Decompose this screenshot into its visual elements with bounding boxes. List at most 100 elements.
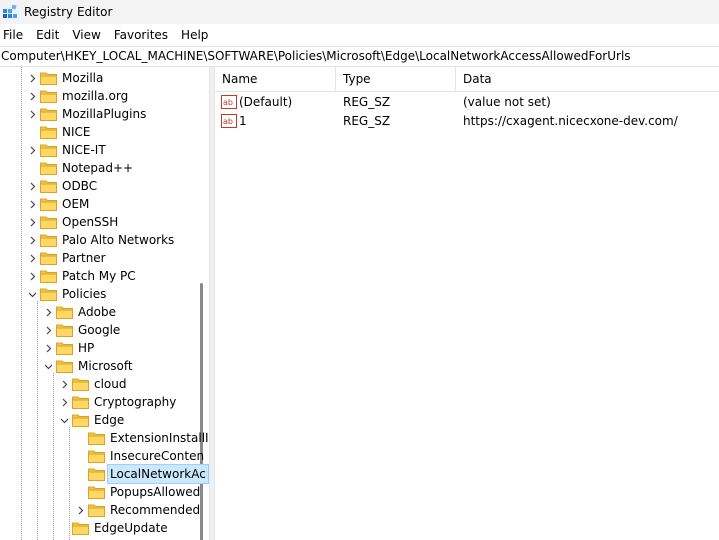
tree-item-odbc[interactable]: ODBC (30, 177, 99, 195)
folder-icon (40, 161, 57, 175)
chevron-right-icon[interactable] (42, 321, 54, 339)
tree-item-google[interactable]: Google (46, 321, 122, 339)
string-value-icon: ab (221, 95, 237, 109)
folder-icon (72, 521, 89, 535)
tree-item-mozilla-org[interactable]: mozilla.org (30, 87, 130, 105)
folder-icon (56, 305, 73, 319)
string-value-icon: ab (221, 114, 237, 128)
tree-item-nice-it[interactable]: NICE-IT (30, 141, 108, 159)
tree-item-label: Adobe (78, 305, 116, 319)
address-bar[interactable]: Computer\HKEY_LOCAL_MACHINE\SOFTWARE\Pol… (0, 46, 719, 67)
chevron-right-icon[interactable] (58, 375, 70, 393)
folder-icon (88, 485, 105, 499)
chevron-right-icon[interactable] (26, 195, 38, 213)
tree-item-label: LocalNetworkAc (107, 464, 209, 484)
tree-item-label: Cryptography (94, 395, 177, 409)
chevron-right-icon[interactable] (26, 141, 38, 159)
tree-item-partner[interactable]: Partner (30, 249, 108, 267)
folder-icon (40, 269, 57, 283)
folder-icon (56, 359, 73, 373)
tree-item-label: Partner (62, 251, 106, 265)
chevron-right-icon[interactable] (26, 231, 38, 249)
folder-icon (40, 233, 57, 247)
tree-item-nice[interactable]: NICE (40, 123, 92, 141)
registry-editor-icon (2, 4, 18, 20)
tree-item-label: Policies (62, 287, 107, 301)
chevron-right-icon[interactable] (26, 105, 38, 123)
folder-icon (40, 179, 57, 193)
value-row-default[interactable]: ab (Default) REG_SZ (value not set) (215, 93, 719, 112)
tree-item-policies[interactable]: Policies (28, 285, 108, 303)
folder-icon (40, 143, 57, 157)
chevron-right-icon[interactable] (58, 393, 70, 411)
tree-item-mozillaplugins[interactable]: MozillaPlugins (30, 105, 148, 123)
tree-item-palo-alto-networks[interactable]: Palo Alto Networks (30, 231, 176, 249)
tree-item-edgeupdate[interactable]: EdgeUpdate (72, 519, 170, 537)
column-header-data[interactable]: Data (455, 67, 719, 92)
window-title: Registry Editor (24, 5, 113, 19)
tree-item-edge[interactable]: Edge (60, 411, 126, 429)
tree-item-recommended[interactable]: Recommended (78, 501, 202, 519)
chevron-down-icon[interactable] (26, 285, 38, 303)
svg-text:ab: ab (223, 98, 233, 107)
folder-icon (40, 287, 57, 301)
value-type: REG_SZ (343, 95, 391, 109)
menu-view[interactable]: View (69, 24, 106, 46)
tree-item-cloud[interactable]: cloud (62, 375, 129, 393)
tree-item-adobe[interactable]: Adobe (46, 303, 118, 321)
tree-item-extensioninstalli[interactable]: ExtensionInstallI (88, 429, 209, 447)
menu-file[interactable]: File (0, 24, 29, 46)
folder-icon (88, 503, 105, 517)
tree-item-popupsallowed[interactable]: PopupsAllowed (88, 483, 202, 501)
chevron-right-icon[interactable] (26, 87, 38, 105)
chevron-right-icon[interactable] (26, 213, 38, 231)
menu-edit[interactable]: Edit (33, 24, 65, 46)
tree-item-hp[interactable]: HP (46, 339, 96, 357)
values-header: Name Type Data (215, 67, 719, 92)
chevron-right-icon[interactable] (74, 501, 86, 519)
folder-icon (40, 215, 57, 229)
tree-item-label: HP (78, 341, 95, 355)
chevron-right-icon[interactable] (26, 69, 38, 87)
chevron-down-icon[interactable] (42, 357, 54, 375)
chevron-down-icon[interactable] (58, 411, 70, 429)
column-header-name[interactable]: Name (215, 67, 335, 92)
tree-item-label: NICE (62, 125, 91, 139)
folder-icon (40, 197, 57, 211)
tree-guide-line (69, 427, 70, 540)
chevron-right-icon[interactable] (26, 177, 38, 195)
value-name: (Default) (239, 95, 293, 109)
menu-favorites[interactable]: Favorites (111, 24, 174, 46)
tree-item-microsoft[interactable]: Microsoft (44, 357, 135, 375)
tree-item-localnetworkac[interactable]: LocalNetworkAc (88, 464, 209, 484)
tree-item-label: ExtensionInstallI (110, 431, 209, 445)
tree-item-oem[interactable]: OEM (30, 195, 91, 213)
folder-icon (88, 467, 105, 481)
menu-bar: File Edit View Favorites Help (0, 24, 719, 46)
chevron-right-icon[interactable] (42, 339, 54, 357)
tree-guide-line (37, 301, 38, 540)
tree-item-cryptography[interactable]: Cryptography (62, 393, 178, 411)
tree-item-label: Edge (94, 413, 125, 427)
value-row-1[interactable]: ab 1 REG_SZ https://cxagent.nicecxone-de… (215, 112, 719, 131)
values-pane[interactable]: Name Type Data ab (Default) REG_SZ (valu… (215, 67, 719, 540)
chevron-right-icon[interactable] (26, 267, 38, 285)
menu-help[interactable]: Help (178, 24, 214, 46)
folder-icon (72, 413, 89, 427)
key-tree-pane[interactable]: Mozilla mozilla.org MozillaPlugins NICE NICE… (0, 67, 209, 540)
folder-icon (72, 395, 89, 409)
tree-item-mozilla[interactable]: Mozilla (30, 69, 105, 87)
tree-item-insecureconten[interactable]: InsecureConten (88, 447, 206, 465)
folder-icon (56, 323, 73, 337)
tree-guide-line (53, 373, 54, 540)
chevron-right-icon[interactable] (42, 303, 54, 321)
tree-item-patch-my-pc[interactable]: Patch My PC (30, 267, 138, 285)
tree-item-label: Recommended (110, 503, 201, 517)
tree-item-notepad-[interactable]: Notepad++ (40, 159, 135, 177)
tree-item-label: MozillaPlugins (62, 107, 147, 121)
chevron-right-icon[interactable] (26, 249, 38, 267)
svg-text:ab: ab (223, 117, 233, 126)
tree-item-openssh[interactable]: OpenSSH (30, 213, 120, 231)
tree-item-label: PopupsAllowed (110, 485, 201, 499)
column-header-type[interactable]: Type (335, 67, 455, 92)
